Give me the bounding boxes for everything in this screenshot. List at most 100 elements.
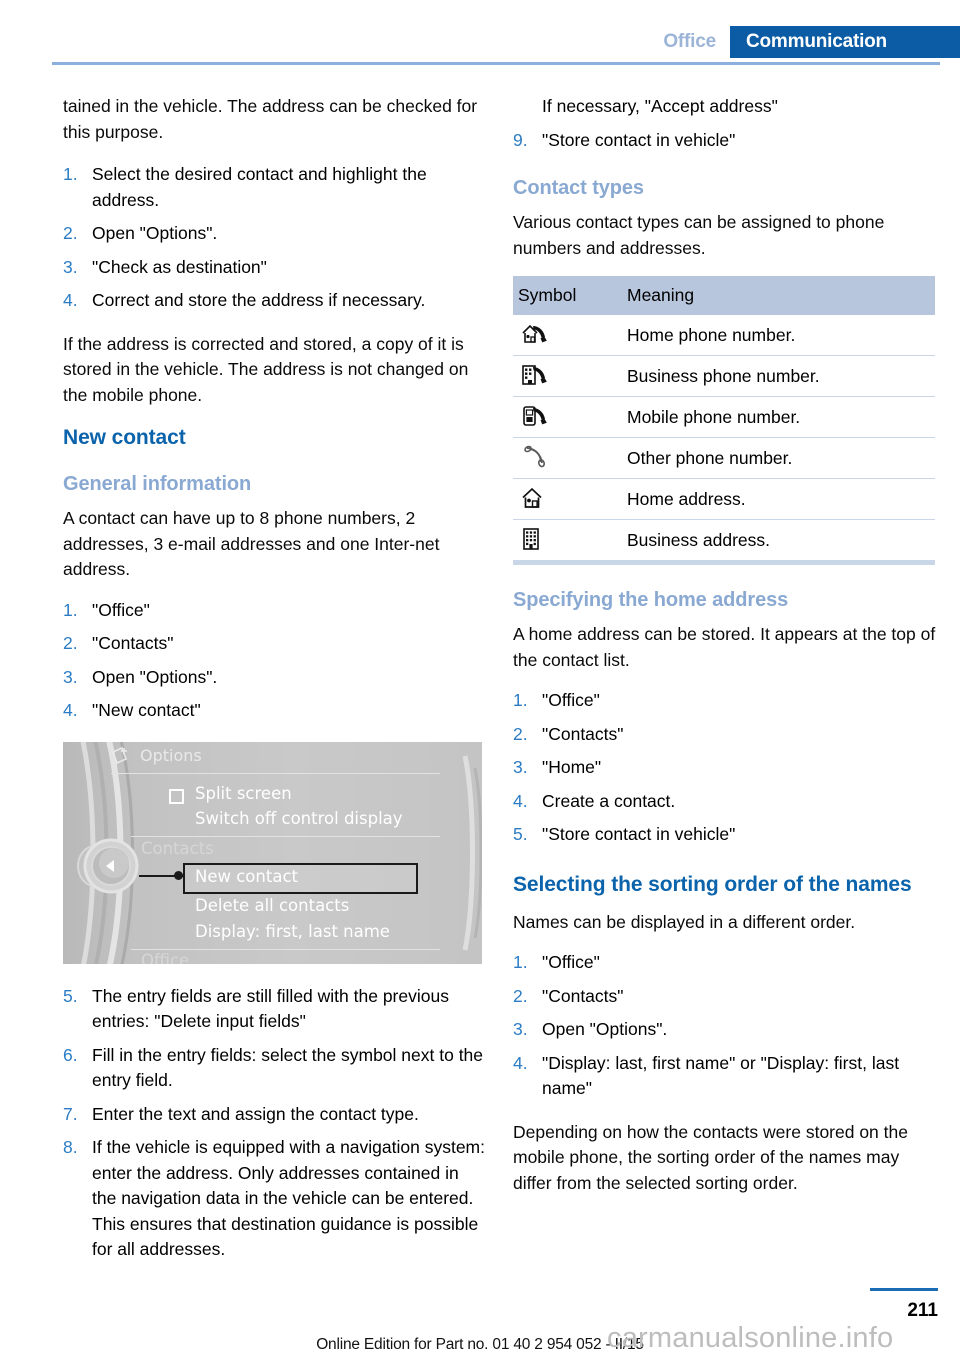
idrive-item-new-contact[interactable]: New contact [195, 867, 298, 886]
home-address-icon [520, 486, 550, 512]
step-text: "Contacts" [542, 723, 624, 744]
column-header-meaning: Meaning [622, 276, 935, 315]
list-item: 3. Open "Options". [63, 665, 487, 691]
idrive-item-delete-all-contacts[interactable]: Delete all contacts [195, 896, 349, 915]
step-text: Open "Options". [92, 666, 218, 687]
table-row: Business address. [513, 519, 935, 565]
step-text: Select the desired contact and highlight… [92, 164, 427, 210]
step-marker: 6. [63, 1044, 78, 1065]
mobile-phone-icon [520, 404, 550, 430]
step-marker: 1. [63, 599, 78, 620]
list-item: 7. Enter the text and assign the contact… [63, 1102, 487, 1128]
footer-rule [870, 1288, 938, 1291]
home-address-paragraph: A home address can be stored. It appears… [513, 624, 936, 670]
table-row: Other phone number. [513, 437, 935, 479]
tab-office[interactable]: Office [653, 26, 730, 58]
split-screen-checkbox[interactable] [169, 788, 184, 804]
list-item: 4. "New contact" [63, 698, 487, 724]
step-marker: 4. [63, 700, 78, 720]
list-item: 3. "Home" [513, 755, 937, 781]
new-contact-steps-part2: 5. The entry fields are still filled wit… [63, 984, 487, 1263]
step-marker: 5. [63, 985, 78, 1006]
table-row: Home phone number. [513, 315, 935, 356]
step-marker: 3. [513, 757, 528, 777]
step-text: "Store contact in vehicle" [542, 129, 736, 150]
list-item: 2. "Contacts" [63, 631, 487, 657]
step-text: "Home" [542, 757, 602, 777]
heading-new-contact: New contact [63, 426, 186, 449]
list-item: 4. "Display: last, first name" or "Displ… [513, 1051, 937, 1102]
options-note-plus-icon [111, 746, 128, 764]
step-marker: 3. [63, 256, 78, 277]
step-text: Enter the text and assign the contact ty… [92, 1103, 419, 1124]
idrive-separator [131, 835, 440, 837]
column-header-symbol: Symbol [513, 276, 622, 315]
step-text: If necessary, "Accept address" [542, 96, 778, 116]
table-row: Home address. [513, 478, 935, 520]
symbol-cell [513, 396, 622, 438]
other-phone-icon [520, 445, 550, 471]
continued-steps: If necessary, "Accept address" 9. "Store… [513, 94, 937, 153]
home-phone-icon [520, 322, 550, 348]
step-text: "Office" [92, 599, 150, 620]
list-item: 1. "Office" [63, 598, 487, 624]
step-marker: 4. [513, 790, 528, 811]
heading-contact-types: Contact types [513, 177, 644, 199]
step-text: The entry fields are still filled with t… [92, 985, 449, 1032]
step-text: "Display: last, first name" or "Display:… [542, 1052, 900, 1099]
sorting-paragraph: Names can be displayed in a different or… [513, 911, 856, 932]
symbol-cell [513, 355, 622, 397]
step-marker: 4. [63, 290, 78, 310]
step-text: Correct and store the address if necessa… [92, 290, 426, 310]
step-text: "Check as destination" [92, 256, 267, 277]
list-item: 1. "Office" [513, 950, 937, 976]
sorting-closing-paragraph: Depending on how the contacts were store… [513, 1121, 908, 1193]
idrive-item-split-screen[interactable]: Split screen [195, 784, 292, 803]
list-item: 2. Open "Options". [63, 221, 487, 247]
table-row: Mobile phone number. [513, 396, 935, 438]
general-information-paragraph: A contact can have up to 8 phone numbers… [63, 508, 440, 579]
symbol-cell [513, 519, 622, 565]
list-item: 4. Create a contact. [513, 789, 937, 815]
list-item: 2. "Contacts" [513, 722, 937, 748]
symbol-cell [513, 437, 622, 479]
page-header: Office Communication [0, 0, 960, 65]
list-item: 4. Correct and store the address if nece… [63, 288, 487, 314]
new-contact-steps-part1: 1. "Office" 2. "Contacts" 3. Open "Optio… [63, 598, 487, 724]
list-item: If necessary, "Accept address" [513, 94, 937, 120]
idrive-options-header: Options [111, 746, 202, 766]
symbol-cell [513, 478, 622, 520]
tab-communication[interactable]: Communication [730, 26, 960, 58]
step-text: Create a contact. [542, 790, 676, 811]
symbol-cell [513, 315, 622, 356]
idrive-item-switch-off-control-display[interactable]: Switch off control display [195, 809, 403, 828]
meaning-cell: Business phone number. [622, 355, 935, 397]
footer-edition-note: Online Edition for Part no. 01 40 2 954 … [316, 1336, 644, 1353]
step-text: If the vehicle is equipped with a naviga… [92, 1137, 485, 1259]
meaning-cell: Home address. [622, 478, 935, 520]
step-marker: 1. [513, 952, 528, 972]
list-item: 9. "Store contact in vehicle" [513, 128, 937, 154]
idrive-separator [111, 772, 440, 774]
right-column: If necessary, "Accept address" 9. "Store… [513, 94, 937, 1213]
step-marker: 1. [513, 690, 528, 710]
meaning-cell: Business address. [622, 519, 935, 565]
idrive-screenshot-figure: Options Split screen Switch off control … [63, 741, 482, 964]
step-text: "Contacts" [542, 985, 624, 1006]
sorting-steps: 1. "Office" 2. "Contacts" 3. Open "Optio… [513, 950, 937, 1102]
idrive-item-display-first-last-name[interactable]: Display: first, last name [195, 922, 390, 941]
idrive-group-label-office: Office [141, 950, 190, 964]
step-marker: 4. [513, 1052, 528, 1073]
step-marker: 2. [513, 985, 528, 1006]
home-address-steps: 1. "Office" 2. "Contacts" 3. "Home" 4. C… [513, 688, 937, 848]
meaning-cell: Mobile phone number. [622, 396, 935, 438]
heading-general-information: General information [63, 473, 252, 495]
intro-paragraph: tained in the vehicle. The address can b… [63, 96, 478, 142]
list-item: 5. The entry fields are still filled wit… [63, 984, 487, 1035]
step-text: "Store contact in vehicle" [542, 824, 736, 844]
list-item: 5. "Store contact in vehicle" [513, 822, 937, 848]
after-check-paragraph: If the address is corrected and stored, … [63, 333, 469, 405]
step-marker: 3. [63, 666, 78, 687]
step-marker: 7. [63, 1103, 78, 1124]
contact-types-table: Symbol Meaning Home phone number. Busine… [513, 276, 935, 565]
